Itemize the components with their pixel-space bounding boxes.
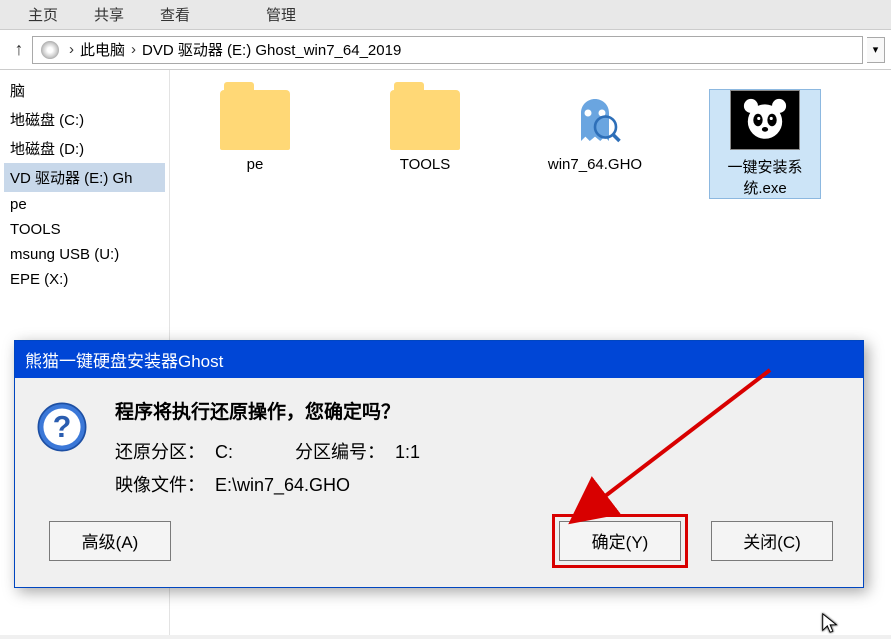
partition-number-value: 1:1 (395, 436, 420, 468)
file-item-gho[interactable]: win7_64.GHO (540, 90, 650, 198)
dialog-title: 熊猫一键硬盘安装器Ghost (15, 341, 863, 378)
crumb-thispc[interactable]: 此电脑 (80, 39, 125, 60)
dialog-message: 程序将执行还原操作，您确定吗？ (115, 396, 843, 430)
close-button[interactable]: 关闭(C) (711, 521, 833, 561)
folder-icon (220, 90, 290, 150)
tab-manage[interactable]: 管理 (248, 2, 314, 27)
sidebar-item-current[interactable]: VD 驱动器 (E:) Gh (4, 163, 165, 192)
menu-bar: 主页 共享 查看 管理 (0, 0, 891, 30)
ghost-icon (560, 90, 630, 150)
tab-home[interactable]: 主页 (10, 2, 76, 27)
restore-partition-label: 还原分区： (115, 436, 215, 468)
chevron-right-icon: › (131, 41, 136, 58)
ok-button[interactable]: 确定(Y) (559, 521, 681, 561)
partition-number-label: 分区编号： (295, 436, 395, 468)
breadcrumb-dropdown[interactable]: ▾ (867, 37, 885, 63)
image-file-value: E:\win7_64.GHO (215, 469, 350, 501)
sidebar-item[interactable]: 脑 (4, 76, 165, 105)
panda-icon (730, 90, 800, 150)
question-icon: ? (35, 400, 89, 454)
folder-icon (390, 90, 460, 150)
file-item-exe[interactable]: 一键安装系统.exe (710, 90, 820, 198)
file-item-folder[interactable]: TOOLS (370, 90, 480, 198)
disc-icon (41, 41, 59, 59)
chevron-right-icon: › (69, 41, 74, 58)
sidebar-item[interactable]: pe (4, 192, 165, 217)
file-label: win7_64.GHO (540, 156, 650, 173)
advanced-button[interactable]: 高级(A) (49, 521, 171, 561)
sidebar-item[interactable]: 地磁盘 (C:) (4, 105, 165, 134)
tab-view[interactable]: 查看 (142, 2, 208, 27)
sidebar-item[interactable]: msung USB (U:) (4, 242, 165, 267)
nav-up-button[interactable]: ↑ (6, 37, 32, 63)
file-label: TOOLS (370, 156, 480, 173)
svg-text:?: ? (53, 411, 72, 444)
file-label: 一键安装系统.exe (710, 156, 820, 198)
sidebar-item[interactable]: EPE (X:) (4, 267, 165, 292)
restore-partition-value: C: (215, 436, 295, 468)
dialog-text: 程序将执行还原操作，您确定吗？ 还原分区： C: 分区编号： 1:1 映像文件：… (115, 396, 843, 501)
crumb-drive[interactable]: DVD 驱动器 (E:) Ghost_win7_64_2019 (142, 39, 401, 60)
file-item-folder[interactable]: pe (200, 90, 310, 198)
breadcrumb[interactable]: › 此电脑 › DVD 驱动器 (E:) Ghost_win7_64_2019 (32, 36, 863, 64)
confirm-dialog: 熊猫一键硬盘安装器Ghost ? 程序将执行还原操作，您确定吗？ 还原分区： C… (14, 340, 864, 588)
sidebar-item[interactable]: 地磁盘 (D:) (4, 134, 165, 163)
file-label: pe (200, 156, 310, 173)
tab-share[interactable]: 共享 (76, 2, 142, 27)
breadcrumb-bar: ↑ › 此电脑 › DVD 驱动器 (E:) Ghost_win7_64_201… (0, 30, 891, 70)
sidebar-item[interactable]: TOOLS (4, 217, 165, 242)
image-file-label: 映像文件： (115, 469, 215, 501)
